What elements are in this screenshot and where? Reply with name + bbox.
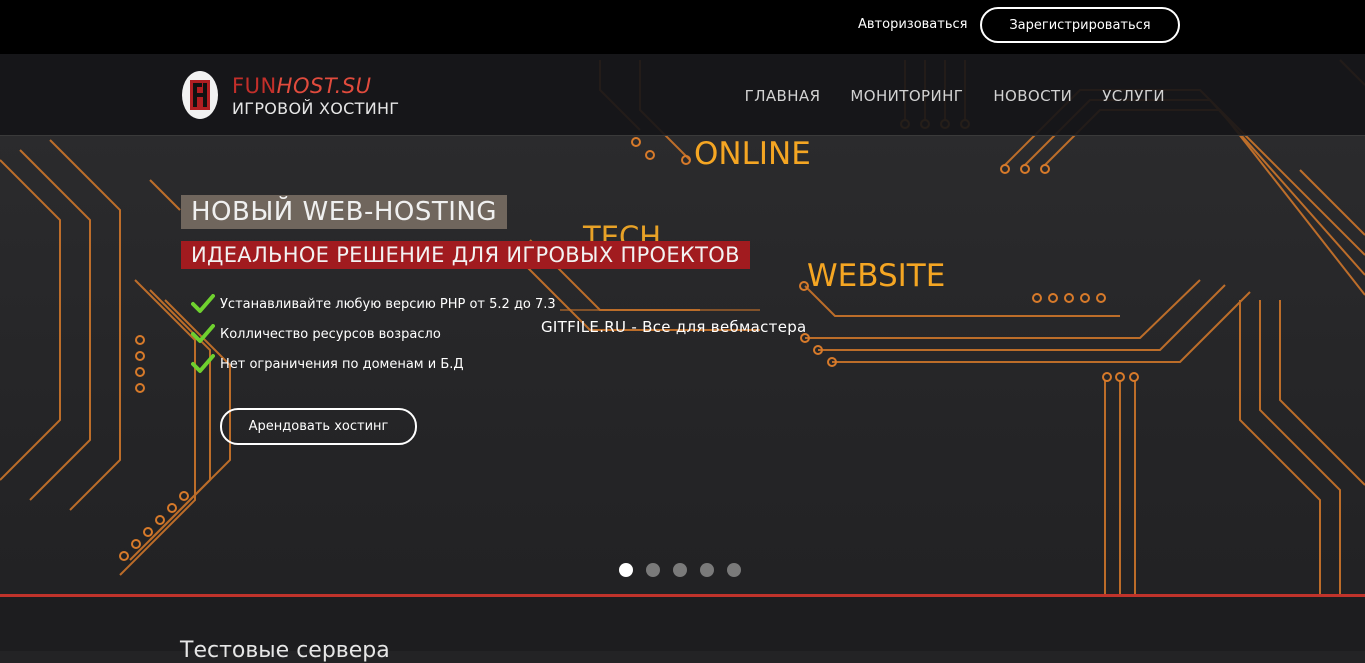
watermark-text: GITFILE.RU - Все для вебмастера <box>541 318 807 336</box>
logo-brand-part1: FUN <box>232 74 277 98</box>
rent-hosting-button[interactable]: Арендовать хостинг <box>220 408 417 445</box>
slider-dots <box>619 563 741 577</box>
green-check-icon <box>191 354 215 373</box>
site-header: FUNHOST.SU ИГРОВОЙ ХОСТИНГ ГЛАВНАЯ МОНИТ… <box>0 54 1365 136</box>
register-button[interactable]: Зарегистрироваться <box>980 7 1180 43</box>
nav-item-news[interactable]: НОВОСТИ <box>993 87 1072 105</box>
logo-brand[interactable]: FUNHOST.SU <box>232 76 372 97</box>
slider-dot[interactable] <box>727 563 741 577</box>
hero-word-website: WEBSITE <box>807 258 946 294</box>
feature-text: Нет ограничения по доменам и Б.Д <box>220 356 464 372</box>
slider-dot[interactable] <box>700 563 714 577</box>
nav-item-home[interactable]: ГЛАВНАЯ <box>745 87 821 105</box>
feature-text: Колличество ресурсов возрасло <box>220 326 441 342</box>
feature-item: Нет ограничения по доменам и Б.Д <box>191 354 464 374</box>
login-link[interactable]: Авторизоваться <box>858 17 967 32</box>
green-check-icon <box>191 294 215 313</box>
slider-dot[interactable] <box>619 563 633 577</box>
fh-logo-icon[interactable] <box>181 70 219 120</box>
green-check-icon <box>191 324 215 343</box>
top-bar: Авторизоваться Зарегистрироваться <box>0 0 1365 54</box>
logo-subtitle: ИГРОВОЙ ХОСТИНГ <box>232 99 400 118</box>
feature-item: Устанавливайте любую версию PHP от 5.2 д… <box>191 294 556 314</box>
hero-subtitle: ИДЕАЛЬНОЕ РЕШЕНИЕ ДЛЯ ИГРОВЫХ ПРОЕКТОВ <box>181 241 750 269</box>
slider-dot[interactable] <box>673 563 687 577</box>
feature-text: Устанавливайте любую версию PHP от 5.2 д… <box>220 296 556 312</box>
logo-brand-part2: HOST.SU <box>276 74 372 98</box>
main-nav: ГЛАВНАЯ МОНИТОРИНГ НОВОСТИ УСЛУГИ <box>745 87 1165 105</box>
slider-dot[interactable] <box>646 563 660 577</box>
hero-word-online: ONLINE <box>694 136 811 172</box>
nav-item-services[interactable]: УСЛУГИ <box>1102 87 1165 105</box>
hero-title: НОВЫЙ WEB-HOSTING <box>181 195 508 229</box>
nav-item-monitoring[interactable]: МОНИТОРИНГ <box>850 87 963 105</box>
feature-item: Колличество ресурсов возрасло <box>191 324 441 344</box>
